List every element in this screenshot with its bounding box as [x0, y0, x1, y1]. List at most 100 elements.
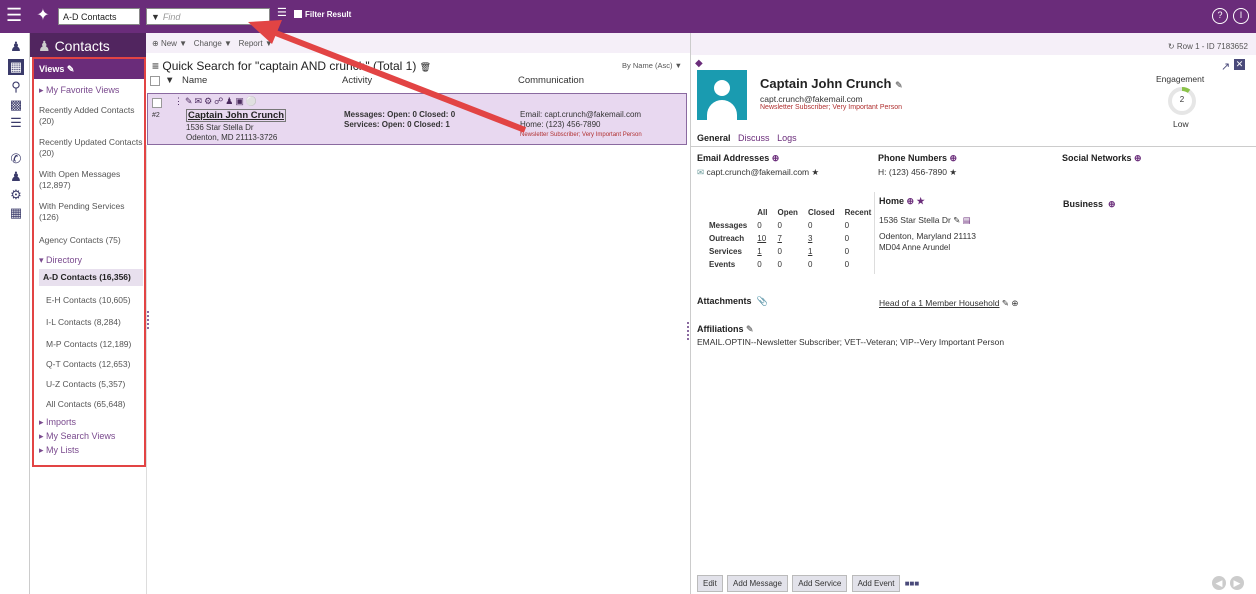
email-address-item[interactable]: ✉ capt.crunch@fakemail.com ★: [697, 167, 819, 178]
new-menu[interactable]: ⊕ New ▼: [152, 39, 187, 48]
table-cell-link[interactable]: 3: [803, 232, 840, 245]
star-icon[interactable]: ★: [917, 196, 925, 206]
row-email[interactable]: Email: capt.crunch@fakemail.com: [520, 110, 641, 119]
action-buttons: Edit Add Message Add Service Add Event ■…: [697, 575, 920, 592]
household-link[interactable]: Head of a 1 Member Household ✎ ⊕: [879, 298, 1019, 309]
more-icon[interactable]: ■■■: [905, 579, 920, 588]
row-action-icons[interactable]: ⋮✎✉⚙☍♟▣⚪: [174, 96, 259, 107]
dashboard-icon[interactable]: ▦: [8, 59, 24, 75]
sidebar-item-recently-added[interactable]: Recently Added Contacts (20): [39, 105, 143, 127]
sidebar-item-open-messages[interactable]: With Open Messages (12,897): [39, 169, 143, 191]
sidebar-item-u-z[interactable]: U-Z Contacts (5,357): [46, 379, 150, 390]
sidebar-item-recently-updated[interactable]: Recently Updated Contacts (20): [39, 137, 143, 159]
filter-result-checkbox[interactable]: [294, 10, 302, 18]
select-all-checkbox[interactable]: [150, 76, 160, 86]
change-menu[interactable]: Change ▼: [194, 39, 232, 48]
paperclip-icon[interactable]: 📎: [757, 296, 768, 306]
map-icon[interactable]: ▤: [963, 215, 971, 225]
phone-item[interactable]: H: (123) 456-7890 ★: [878, 167, 957, 178]
column-communication[interactable]: Communication: [518, 75, 584, 86]
sidebar-item-q-t[interactable]: Q-T Contacts (12,653): [46, 359, 150, 370]
share-icon[interactable]: ↗: [1221, 60, 1230, 73]
sidebar-item-i-l[interactable]: I-L Contacts (8,284): [46, 317, 150, 328]
tab-logs[interactable]: Logs: [777, 133, 797, 143]
layers-icon[interactable]: ☰: [8, 115, 24, 131]
close-icon[interactable]: ✕: [1234, 59, 1245, 70]
sidebar-item-all[interactable]: All Contacts (65,648): [46, 399, 150, 410]
tab-general[interactable]: General: [697, 133, 731, 143]
chevron-down-icon[interactable]: ▼: [151, 12, 160, 22]
sidebar-item-search-views[interactable]: ▸ My Search Views: [39, 431, 143, 442]
views-header[interactable]: Views ✎: [34, 59, 144, 79]
engagement-value: 2: [1179, 95, 1185, 104]
menu-icon[interactable]: ☰: [6, 6, 24, 24]
sidebar-item-favorites[interactable]: ▸ My Favorite Views: [39, 85, 143, 96]
trash-icon[interactable]: 🗑: [420, 62, 431, 72]
table-cell-link[interactable]: 10: [752, 232, 772, 245]
app-logo-icon[interactable]: ✦: [31, 4, 55, 28]
column-name[interactable]: Name: [182, 75, 207, 86]
refresh-icon[interactable]: ↻: [1168, 42, 1175, 51]
prev-icon[interactable]: ◀: [1212, 576, 1226, 590]
sidebar-item-lists[interactable]: ▸ My Lists: [39, 445, 143, 456]
search-icon[interactable]: ⚲: [8, 79, 24, 95]
row-home-phone[interactable]: Home: (123) 456-7890: [520, 120, 601, 129]
edit-icon[interactable]: ✎: [895, 80, 903, 90]
add-icon[interactable]: ⊕: [950, 153, 958, 163]
tab-discuss[interactable]: Discuss: [738, 133, 770, 143]
edit-icon[interactable]: ✎: [746, 324, 754, 334]
row-checkbox[interactable]: [152, 98, 162, 108]
change-label: Change: [193, 39, 222, 48]
settings-icon[interactable]: ⚙: [8, 187, 24, 203]
add-icon[interactable]: ⊕: [907, 196, 915, 206]
star-icon[interactable]: ★: [949, 167, 957, 177]
add-icon[interactable]: ⊕: [1108, 199, 1116, 209]
table-row[interactable]: #2 ⋮✎✉⚙☍♟▣⚪ Captain John Crunch 1536 Sta…: [147, 93, 687, 145]
sort-menu-icon[interactable]: ≡: [152, 59, 159, 73]
edit-icon[interactable]: ✎: [953, 215, 960, 225]
reports-icon[interactable]: ▩: [8, 97, 24, 113]
filter-result-toggle[interactable]: Filter Result: [294, 10, 351, 19]
panel-resize-handle[interactable]: [687, 322, 691, 340]
filter-settings-icon[interactable]: ☰: [277, 6, 291, 22]
report-menu[interactable]: Report ▼: [239, 39, 273, 48]
panel-resize-handle[interactable]: [147, 311, 151, 329]
table-cell-link[interactable]: 7: [772, 232, 802, 245]
sidebar-item-directory[interactable]: ▾ Directory: [39, 255, 143, 266]
star-icon[interactable]: ★: [812, 167, 820, 177]
sidebar-item-agency[interactable]: Agency Contacts (75): [39, 235, 143, 246]
sidebar-item-m-p[interactable]: M-P Contacts (12,189): [46, 339, 150, 350]
edit-icon[interactable]: ✎: [1002, 298, 1009, 308]
add-icon[interactable]: ⊕: [772, 153, 780, 163]
add-service-button[interactable]: Add Service: [792, 575, 848, 592]
add-icon[interactable]: ⊕: [1011, 298, 1018, 308]
calendar-icon[interactable]: ▦: [8, 205, 24, 221]
next-icon[interactable]: ▶: [1230, 576, 1244, 590]
phone-icon[interactable]: ✆: [8, 151, 24, 167]
contacts-icon[interactable]: ♟: [8, 39, 24, 55]
chevron-down-icon[interactable]: ▼: [165, 75, 174, 86]
context-select[interactable]: A-D Contacts: [58, 8, 140, 25]
sidebar-item-e-h[interactable]: E-H Contacts (10,605): [46, 295, 150, 306]
sidebar-item-a-d[interactable]: A-D Contacts (16,356): [39, 269, 143, 286]
add-user-icon[interactable]: ♟: [8, 169, 24, 185]
add-icon[interactable]: ⊕: [1134, 153, 1142, 163]
row-name-link[interactable]: Captain John Crunch: [186, 109, 287, 122]
sort-select[interactable]: By Name (Asc) ▼: [622, 61, 682, 70]
edit-icon[interactable]: ✎: [67, 64, 75, 74]
expand-icon[interactable]: ◆: [695, 58, 703, 69]
find-input[interactable]: ▼ Find: [146, 8, 270, 25]
table-cell-link[interactable]: 1: [752, 245, 772, 258]
sidebar-item-pending-services[interactable]: With Pending Services (126): [39, 201, 143, 223]
help-icon[interactable]: ?: [1212, 8, 1228, 24]
column-activity[interactable]: Activity: [342, 75, 372, 86]
contact-email[interactable]: capt.crunch@fakemail.com: [760, 94, 863, 104]
edit-button[interactable]: Edit: [697, 575, 723, 592]
sidebar-item-label: A-D Contacts (16,356): [43, 272, 131, 282]
row-id: ↻ Row 1 - ID 7183652: [1168, 42, 1248, 51]
table-cell-link[interactable]: 1: [803, 245, 840, 258]
add-message-button[interactable]: Add Message: [727, 575, 788, 592]
add-event-button[interactable]: Add Event: [851, 575, 901, 592]
power-icon[interactable]: I: [1233, 8, 1249, 24]
sidebar-item-imports[interactable]: ▸ Imports: [39, 417, 143, 428]
